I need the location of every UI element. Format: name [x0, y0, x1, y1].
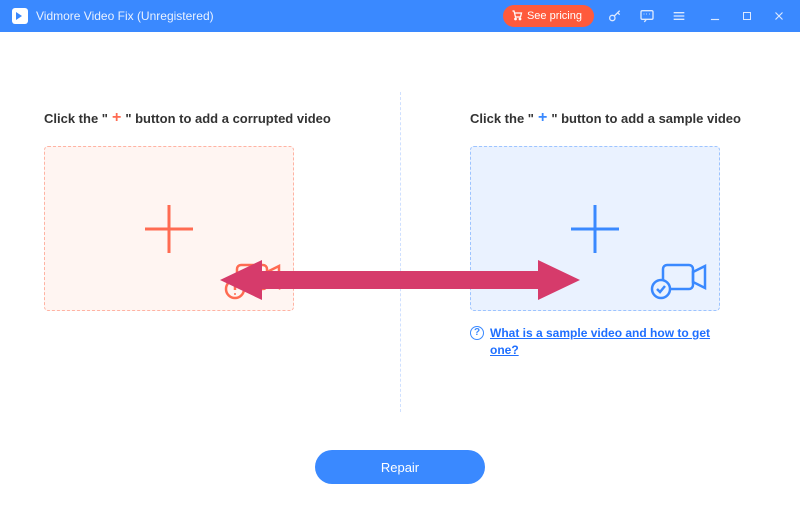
app-title: Vidmore Video Fix (Unregistered): [36, 9, 214, 23]
key-icon[interactable]: [606, 7, 624, 25]
add-icon: [565, 199, 625, 259]
sample-help-link[interactable]: What is a sample video and how to get on…: [490, 325, 730, 359]
help-icon: ?: [470, 326, 484, 340]
feedback-icon[interactable]: [638, 7, 656, 25]
plus-icon: +: [536, 110, 549, 126]
cart-icon: [511, 9, 523, 24]
menu-icon[interactable]: [670, 7, 688, 25]
instr-text: " button to add a sample video: [551, 111, 741, 126]
see-pricing-button[interactable]: See pricing: [503, 5, 594, 27]
instr-text: Click the ": [44, 111, 108, 126]
video-ok-icon: [649, 257, 711, 304]
sample-video-pane: Click the " + " button to add a sample v…: [400, 32, 800, 512]
corrupted-instruction: Click the " + " button to add a corrupte…: [44, 110, 356, 126]
close-icon[interactable]: [770, 7, 788, 25]
corrupted-video-pane: Click the " + " button to add a corrupte…: [0, 32, 400, 512]
instr-text: Click the ": [470, 111, 534, 126]
repair-button[interactable]: Repair: [315, 450, 485, 484]
instr-text: " button to add a corrupted video: [125, 111, 331, 126]
minimize-icon[interactable]: [706, 7, 724, 25]
repair-label: Repair: [381, 460, 419, 475]
see-pricing-label: See pricing: [527, 10, 582, 22]
main-area: Click the " + " button to add a corrupte…: [0, 32, 800, 512]
video-error-icon: [223, 257, 285, 304]
titlebar: Vidmore Video Fix (Unregistered) See pri…: [0, 0, 800, 32]
add-sample-video-dropzone[interactable]: [470, 146, 720, 311]
sample-help: ? What is a sample video and how to get …: [470, 325, 730, 359]
add-corrupted-video-dropzone[interactable]: [44, 146, 294, 311]
maximize-icon[interactable]: [738, 7, 756, 25]
center-divider: [400, 92, 401, 412]
plus-icon: +: [110, 110, 123, 126]
add-icon: [139, 199, 199, 259]
sample-instruction: Click the " + " button to add a sample v…: [470, 110, 750, 126]
app-logo-icon: [12, 8, 28, 24]
